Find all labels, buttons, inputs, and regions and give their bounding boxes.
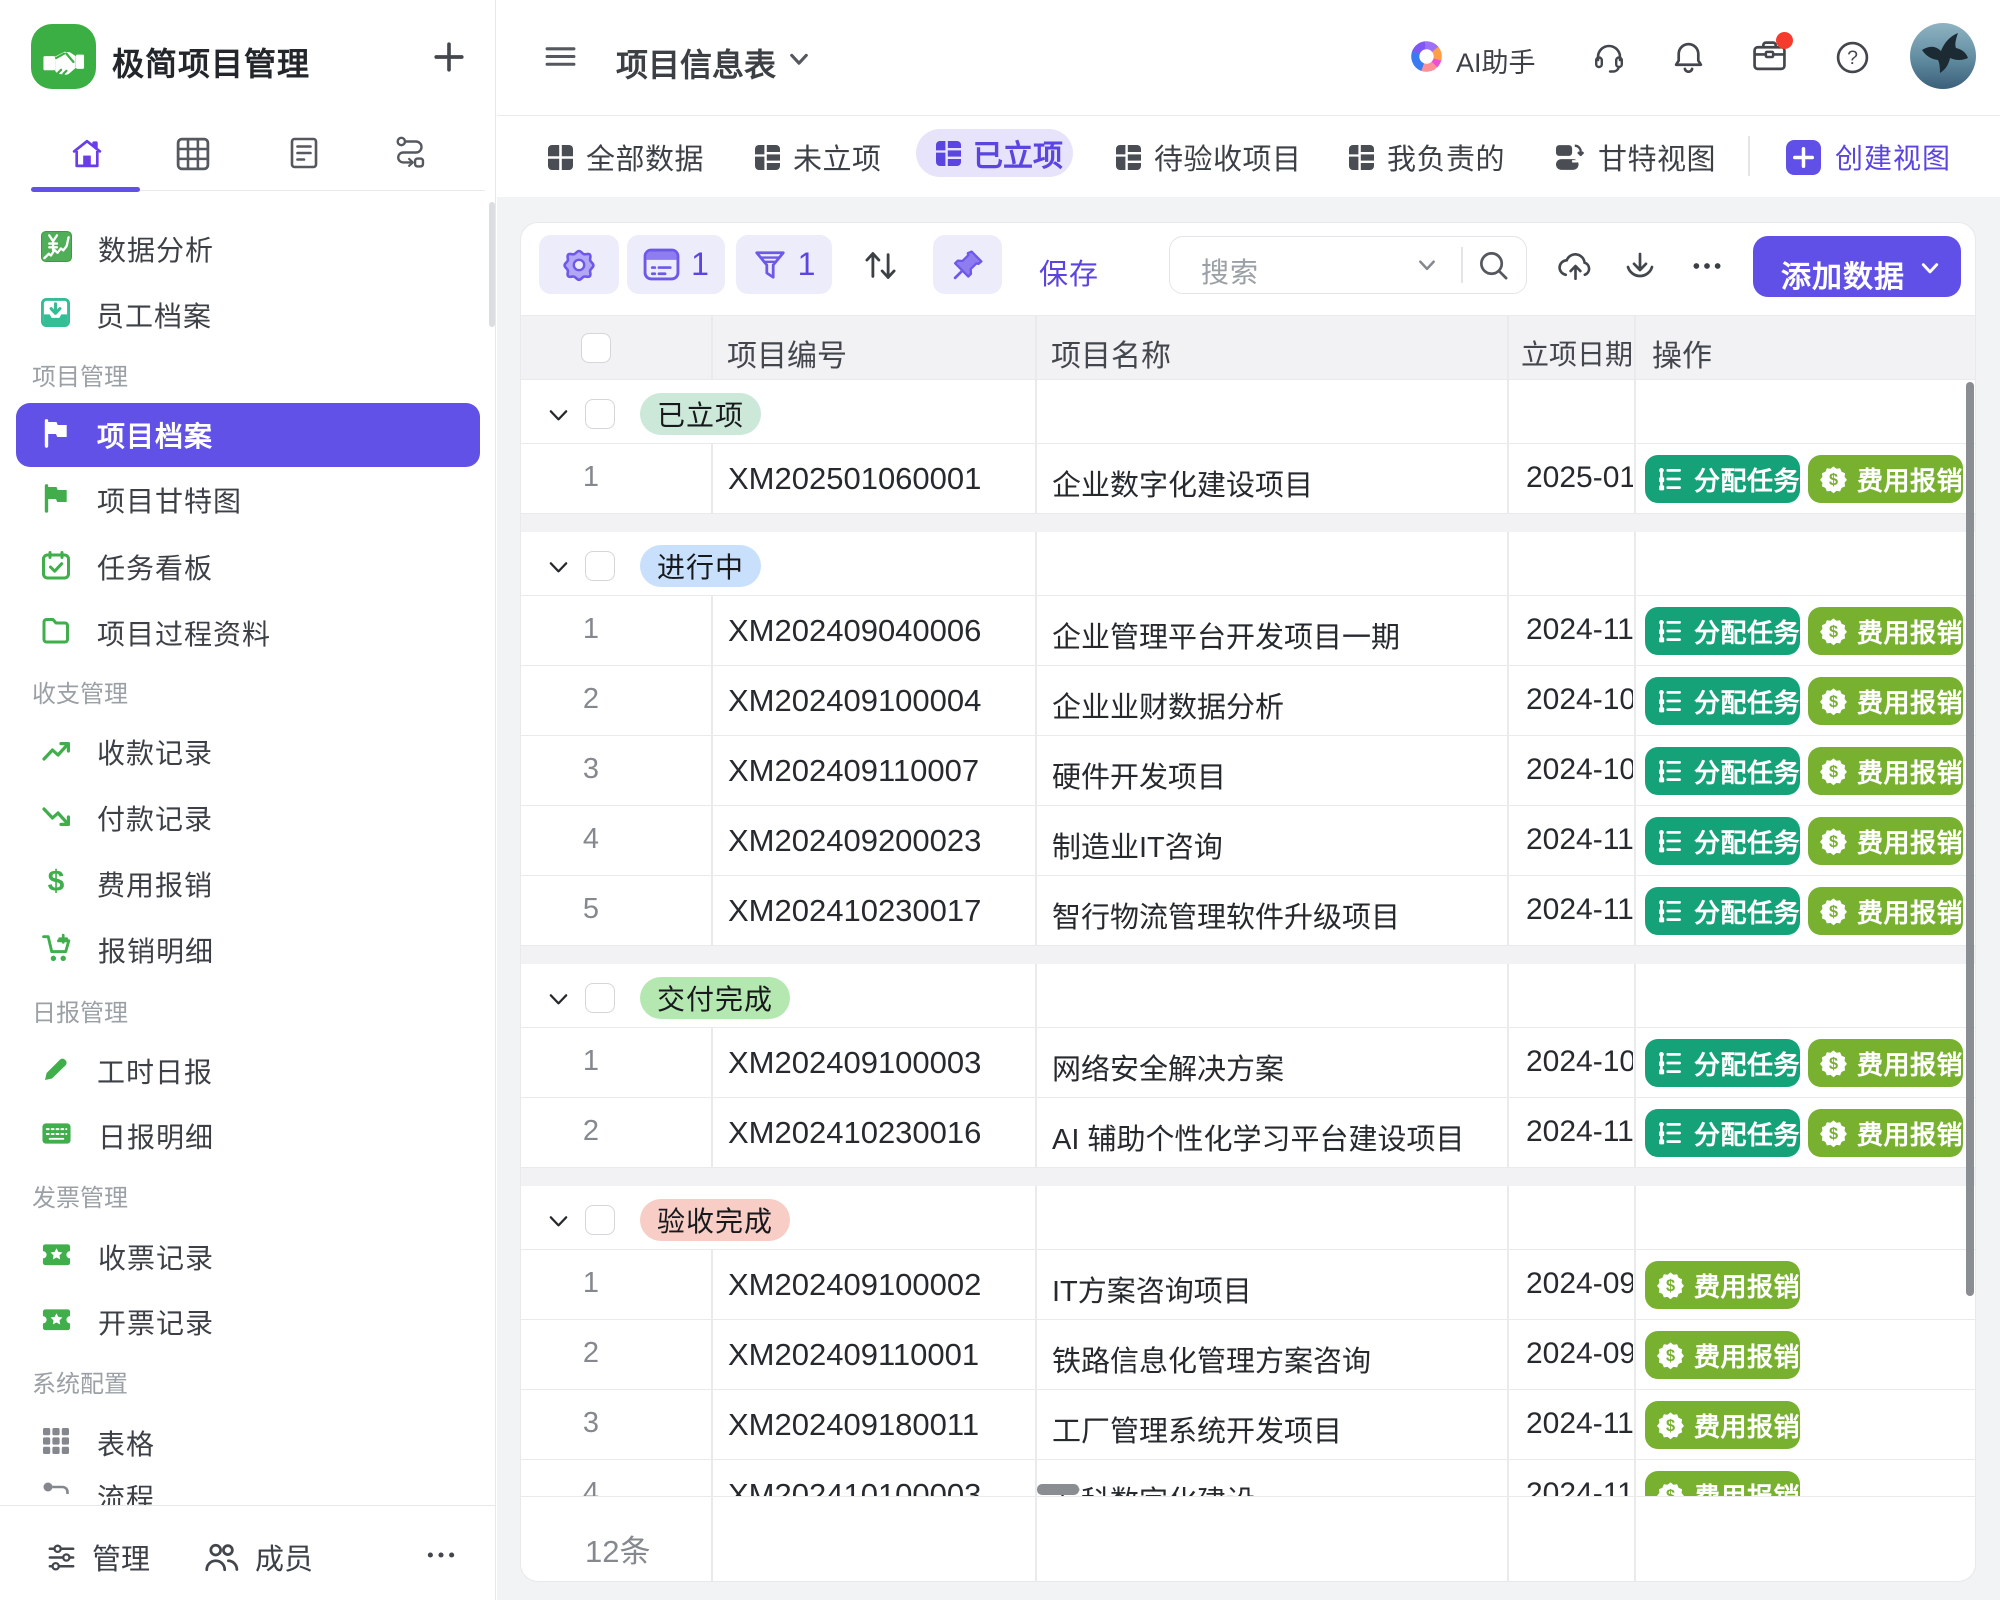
svg-text:$: $ xyxy=(1829,471,1838,489)
svg-text:$: $ xyxy=(1666,1277,1675,1295)
svg-text:$: $ xyxy=(1666,1347,1675,1365)
svg-text:$: $ xyxy=(1666,1487,1675,1496)
svg-text:$: $ xyxy=(1666,1417,1675,1435)
svg-text:$: $ xyxy=(1829,1055,1838,1073)
svg-text:?: ? xyxy=(1847,47,1858,69)
svg-text:$: $ xyxy=(1829,833,1838,851)
svg-text:$: $ xyxy=(1829,623,1838,641)
svg-text:$: $ xyxy=(48,867,65,897)
svg-text:$: $ xyxy=(1829,693,1838,711)
svg-text:$: $ xyxy=(1829,903,1838,921)
svg-text:$: $ xyxy=(1829,763,1838,781)
svg-text:$: $ xyxy=(1829,1125,1838,1143)
